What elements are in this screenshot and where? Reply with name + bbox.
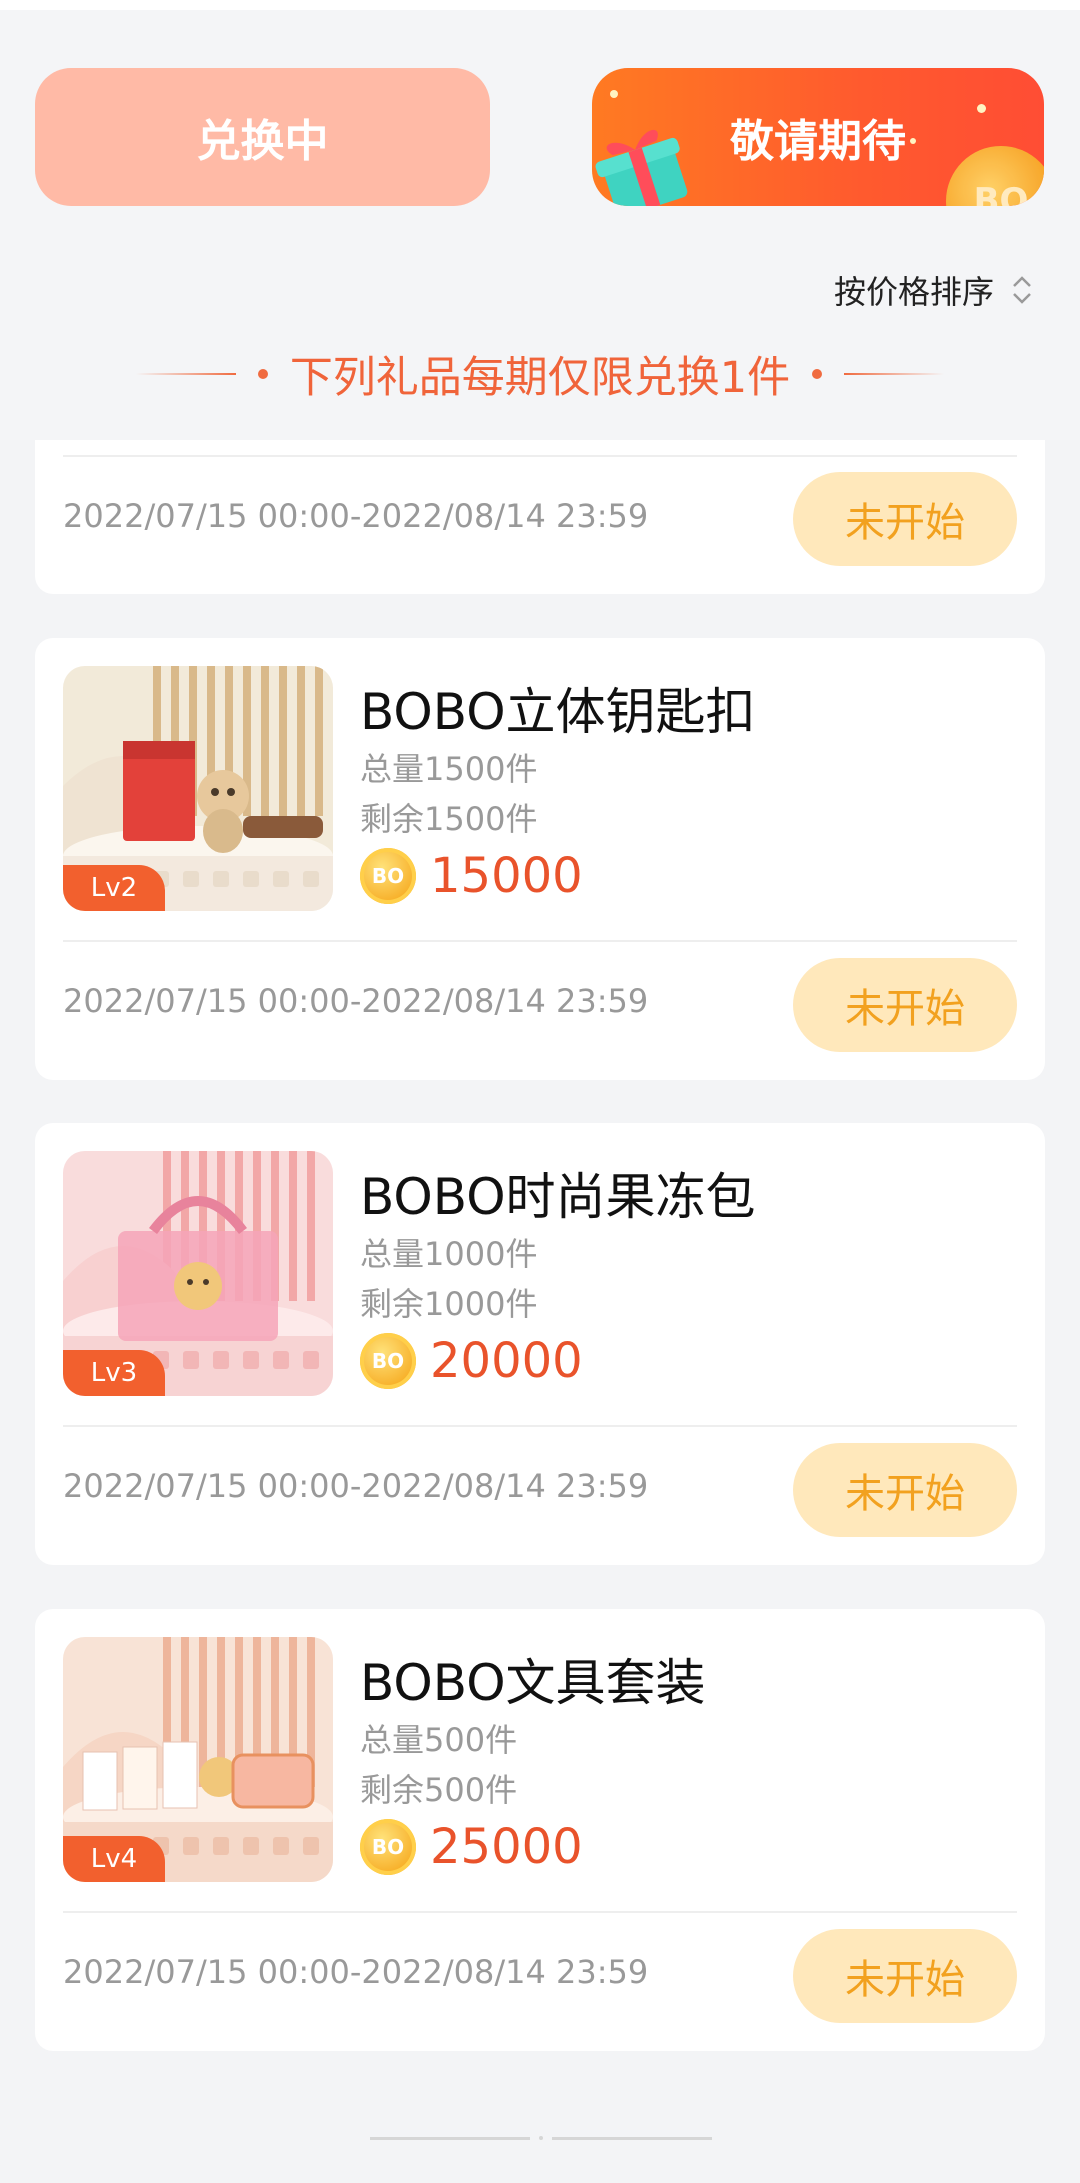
coin-icon-text: BO — [371, 1835, 405, 1859]
status-button[interactable]: 未开始 — [793, 958, 1017, 1052]
card-divider — [63, 1911, 1017, 1913]
coin-icon-text: BO — [371, 1349, 405, 1373]
remaining-quantity: 剩余500件 — [360, 1771, 518, 1809]
price: BO 25000 — [360, 1819, 583, 1875]
tab-exchanging-label: 兑换中 — [196, 116, 329, 167]
sparkle-icon — [910, 138, 916, 144]
notice-line-right — [844, 373, 945, 375]
home-indicator — [370, 2136, 712, 2140]
coin-icon: BO — [360, 1819, 416, 1875]
home-indicator-segment — [552, 2136, 712, 2140]
coin-decoration-text: BO — [973, 181, 1029, 206]
card-divider — [63, 455, 1017, 457]
total-quantity: 总量500件 — [360, 1721, 518, 1759]
notice-dot-left — [257, 369, 268, 379]
exchange-period: 2022/07/15 00:00-2022/08/14 23:59 — [63, 1953, 649, 1991]
exchange-period: 2022/07/15 00:00-2022/08/14 23:59 — [63, 497, 649, 535]
sparkle-icon — [977, 104, 986, 113]
card-divider — [63, 1425, 1017, 1427]
exchange-limit-notice: 下列礼品每期仅限兑换1件 — [0, 344, 1080, 404]
gift-card[interactable]: Lv2 BOBO立体钥匙扣 总量1500件 剩余1500件 BO 15000 2… — [35, 638, 1045, 1080]
price: BO 20000 — [360, 1333, 583, 1389]
sparkle-icon — [610, 90, 618, 98]
tab-coming-soon[interactable]: 敬请期待 BO — [592, 68, 1044, 206]
sort-label: 按价格排序 — [833, 273, 994, 311]
price: BO 15000 — [360, 848, 583, 904]
gift-title: BOBO立体钥匙扣 — [360, 683, 756, 741]
home-indicator-dot — [539, 2136, 543, 2140]
price-value: 15000 — [430, 848, 583, 904]
coin-icon: BO — [360, 848, 416, 904]
sort-arrows-icon — [1013, 276, 1031, 304]
level-badge: Lv4 — [63, 1836, 165, 1882]
remaining-quantity: 剩余1000件 — [360, 1285, 538, 1323]
exchange-period: 2022/07/15 00:00-2022/08/14 23:59 — [63, 1467, 649, 1505]
coin-icon-text: BO — [371, 864, 405, 888]
product-image: Lv2 — [63, 666, 333, 911]
notice-dot-right — [812, 369, 823, 379]
header: 兑换中 敬请期待 BO 按价格排序 下列礼品每期仅限兑换1件 — [0, 0, 1080, 440]
tab-exchanging[interactable]: 兑换中 — [35, 68, 490, 206]
notice-line-left — [135, 373, 236, 375]
gift-title: BOBO时尚果冻包 — [360, 1168, 756, 1226]
home-indicator-segment — [370, 2136, 530, 2140]
gift-title: BOBO文具套装 — [360, 1654, 706, 1712]
status-button[interactable]: 未开始 — [793, 472, 1017, 566]
total-quantity: 总量1500件 — [360, 750, 538, 788]
price-value: 20000 — [430, 1333, 583, 1389]
tab-coming-soon-label: 敬请期待 — [730, 116, 906, 167]
card-divider — [63, 940, 1017, 942]
status-button[interactable]: 未开始 — [793, 1443, 1017, 1537]
product-image: Lv4 — [63, 1637, 333, 1882]
notice-text: 下列礼品每期仅限兑换1件 — [289, 353, 791, 403]
gift-card[interactable]: Lv4 BOBO文具套装 总量500件 剩余500件 BO 25000 2022… — [35, 1609, 1045, 2051]
exchange-period: 2022/07/15 00:00-2022/08/14 23:59 — [63, 982, 649, 1020]
page: 2022/07/15 00:00-2022/08/14 23:59 未开始 兑换… — [0, 0, 1080, 2183]
sort-by-price-button[interactable]: 按价格排序 — [834, 267, 1034, 313]
gift-card[interactable]: Lv3 BOBO时尚果冻包 总量1000件 剩余1000件 BO 20000 2… — [35, 1123, 1045, 1565]
status-button[interactable]: 未开始 — [793, 1929, 1017, 2023]
total-quantity: 总量1000件 — [360, 1235, 538, 1273]
remaining-quantity: 剩余1500件 — [360, 800, 538, 838]
level-badge: Lv3 — [63, 1350, 165, 1396]
gift-icon — [595, 130, 688, 206]
level-badge: Lv2 — [63, 865, 165, 911]
coin-decoration-icon: BO — [946, 146, 1044, 206]
price-value: 25000 — [430, 1819, 583, 1875]
coin-icon: BO — [360, 1333, 416, 1389]
product-image: Lv3 — [63, 1151, 333, 1396]
